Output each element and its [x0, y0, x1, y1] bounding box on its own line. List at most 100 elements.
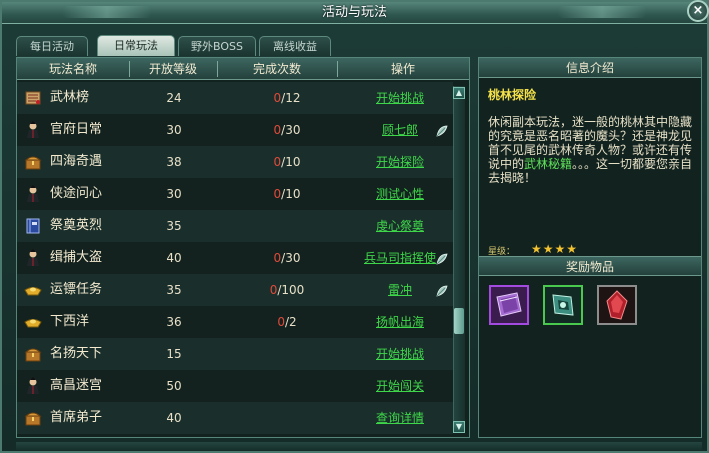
completed-value: 0 — [273, 155, 282, 169]
star-rating: ★★★★ — [531, 242, 579, 256]
completion-count: 0/2 — [237, 306, 337, 338]
gameplay-name: 官府日常 — [50, 122, 103, 137]
completion-count: 0/30 — [237, 114, 337, 146]
gameplay-name: 名扬天下 — [50, 346, 103, 361]
scrollbar-thumb[interactable] — [454, 308, 464, 334]
total-value: /30 — [281, 123, 301, 137]
gameplay-name: 缉捕大盗 — [50, 250, 103, 265]
table-row[interactable]: 运镖任务 35 0/100 雷冲 — [17, 274, 453, 306]
completed-value: 0 — [273, 91, 282, 105]
scroll-up-button[interactable]: ▲ — [453, 87, 465, 99]
open-level: 35 — [166, 219, 182, 233]
green-gem-icon — [545, 287, 581, 323]
npc-portrait-icon — [24, 249, 42, 267]
close-button[interactable]: × — [687, 0, 709, 22]
table-row[interactable]: 武林榜 24 0/12 开始挑战 — [17, 82, 453, 114]
table-row[interactable]: 高昌迷宫 50 开始闯关 — [17, 370, 453, 402]
scrollbar-track[interactable] — [453, 86, 465, 433]
title-ornament-left — [62, 6, 152, 18]
action-link[interactable]: 测试心性 — [347, 178, 453, 210]
action-link[interactable]: 开始挑战 — [347, 82, 453, 114]
fly-to-icon[interactable] — [435, 284, 449, 298]
table-row[interactable]: 四海奇遇 38 0/10 开始探险 — [17, 146, 453, 178]
action-link[interactable]: 虔心祭奠 — [347, 210, 453, 242]
gameplay-name: 四海奇遇 — [50, 154, 103, 169]
table-row[interactable]: 官府日常 30 0/30 顾七郎 — [17, 114, 453, 146]
action-link[interactable]: 开始挑战 — [347, 338, 453, 370]
table-header: 玩法名称 开放等级 完成次数 操作 — [17, 58, 469, 80]
header-name: 玩法名称 — [48, 62, 97, 76]
reward-header: 奖励物品 — [479, 256, 701, 276]
completion-count: 0/30 — [237, 242, 337, 274]
info-text-highlight[interactable]: 武林秘籍 — [524, 157, 572, 171]
completion-count: 0/10 — [237, 178, 337, 210]
npc-portrait-icon — [24, 121, 42, 139]
header-count: 完成次数 — [252, 62, 301, 76]
open-level: 38 — [166, 155, 182, 169]
info-description: 休闲副本玩法，迷一般的桃林其中隐藏的究竟是恶名昭著的魔头？还是神龙见首不见尾的武… — [488, 115, 696, 185]
gameplay-name: 高昌迷宫 — [50, 378, 103, 393]
gold-ingot-icon — [24, 281, 42, 299]
table-row[interactable]: 下西洋 36 0/2 扬帆出海 — [17, 306, 453, 338]
tab-daily-gameplay[interactable]: 日常玩法 — [97, 35, 175, 56]
open-level: 50 — [166, 379, 182, 393]
completion-count: 0/100 — [237, 274, 337, 306]
open-level: 15 — [166, 347, 182, 361]
header-action: 操作 — [390, 62, 415, 76]
total-value: /10 — [281, 187, 301, 201]
action-link[interactable]: 开始闯关 — [347, 370, 453, 402]
chest-icon — [24, 153, 42, 171]
table-row[interactable]: 侠途问心 30 0/10 测试心性 — [17, 178, 453, 210]
chest-icon — [24, 345, 42, 363]
open-level: 35 — [166, 283, 182, 297]
reward-item-green-gem[interactable] — [543, 285, 583, 325]
book-icon — [24, 217, 42, 235]
gameplay-name: 侠途问心 — [50, 186, 103, 201]
fly-to-icon[interactable] — [435, 252, 449, 266]
tab-field-boss[interactable]: 野外BOSS — [178, 36, 256, 56]
reward-item-red-crystal[interactable] — [597, 285, 637, 325]
scroll-icon — [24, 89, 42, 107]
info-header: 信息介绍 — [479, 58, 701, 78]
tab-daily-activity[interactable]: 每日活动 — [16, 36, 88, 56]
total-value: /30 — [281, 251, 301, 265]
open-level: 24 — [166, 91, 182, 105]
gameplay-name: 下西洋 — [50, 314, 90, 329]
npc-portrait-icon — [24, 185, 42, 203]
total-value: /2 — [284, 315, 297, 329]
gameplay-list-panel: 玩法名称 开放等级 完成次数 操作 武林榜 24 0/12 开始挑战 官府日常 30 0/3… — [16, 57, 470, 438]
header-level: 开放等级 — [148, 62, 197, 76]
total-value: /10 — [281, 155, 301, 169]
completion-count: 0/10 — [237, 146, 337, 178]
scroll-down-button[interactable]: ▼ — [453, 421, 465, 433]
info-panel: 信息介绍 桃林探险 休闲副本玩法，迷一般的桃林其中隐藏的究竟是恶名昭著的魔头？还… — [478, 57, 702, 438]
fly-to-icon[interactable] — [435, 124, 449, 138]
action-link[interactable]: 扬帆出海 — [347, 306, 453, 338]
table-row[interactable]: 名扬天下 15 开始挑战 — [17, 338, 453, 370]
table-row[interactable]: 祭奠英烈 35 虔心祭奠 — [17, 210, 453, 242]
purple-book-icon — [491, 287, 527, 323]
total-value: /12 — [281, 91, 301, 105]
completed-value: 0 — [277, 315, 285, 329]
red-crystal-icon — [599, 287, 635, 323]
table-row[interactable]: 首席弟子 40 查询详情 — [17, 402, 453, 434]
tab-offline-income[interactable]: 离线收益 — [259, 36, 331, 56]
chest-icon — [24, 409, 42, 427]
action-link[interactable]: 查询详情 — [347, 402, 453, 434]
completed-value: 0 — [273, 123, 282, 137]
gameplay-name: 运镖任务 — [50, 282, 103, 297]
total-value: /100 — [277, 283, 305, 297]
completion-count: 0/12 — [237, 82, 337, 114]
open-level: 30 — [166, 123, 182, 137]
reward-item-purple-book[interactable] — [489, 285, 529, 325]
gold-ingot-icon — [24, 313, 42, 331]
window-title: 活动与玩法 — [321, 5, 387, 20]
gameplay-name: 首席弟子 — [50, 410, 103, 425]
open-level: 30 — [166, 187, 182, 201]
gameplay-name: 祭奠英烈 — [50, 218, 103, 233]
activity-window: 活动与玩法 × 每日活动 日常玩法 野外BOSS 离线收益 玩法名称 开放等级 … — [0, 0, 709, 453]
action-link[interactable]: 开始探险 — [347, 146, 453, 178]
table-row[interactable]: 缉捕大盗 40 0/30 兵马司指挥使 — [17, 242, 453, 274]
title-ornament-right — [557, 6, 647, 18]
npc-portrait-icon — [24, 377, 42, 395]
